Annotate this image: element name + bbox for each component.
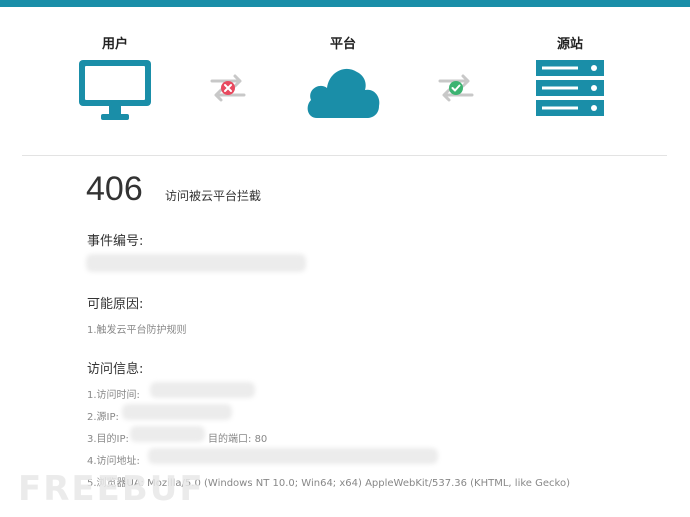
server-icon xyxy=(510,58,630,128)
access-info-title: 访问信息: xyxy=(87,362,144,377)
user-label: 用户 xyxy=(101,37,128,52)
reason-title: 可能原因: xyxy=(87,297,144,312)
dest-port-label: 目的端口: xyxy=(208,434,252,445)
swap-ok-icon xyxy=(434,72,478,104)
cloud-icon xyxy=(283,58,403,128)
flow-node-platform: 平台 xyxy=(283,36,403,118)
access-time-label: 1.访问时间: xyxy=(87,390,140,401)
error-message: 访问被云平台拦截 xyxy=(165,189,262,203)
error-code: 406 xyxy=(86,170,143,208)
platform-label: 平台 xyxy=(329,37,356,52)
section-divider xyxy=(22,155,667,156)
svg-text:FREEBUF: FREEBUF xyxy=(18,469,205,508)
flow-node-user: 用户 xyxy=(55,36,175,120)
dest-ip-label: 3.目的IP: xyxy=(87,434,129,445)
access-url-label: 4.访问地址: xyxy=(87,456,140,467)
flow-node-origin: 源站 xyxy=(510,36,630,116)
dest-ip-redacted xyxy=(130,426,205,442)
dest-port-value: 80 xyxy=(254,434,268,445)
dest-port: 目的端口: 80 xyxy=(208,430,267,445)
freebuf-watermark-logo: FREEBUF xyxy=(14,466,214,509)
event-id-redacted xyxy=(86,254,306,272)
access-time-redacted xyxy=(150,382,255,398)
source-ip-label: 2.源IP: xyxy=(87,412,119,423)
access-url-redacted xyxy=(148,448,438,464)
swap-blocked-icon xyxy=(206,72,250,104)
top-accent-bar xyxy=(0,0,690,7)
source-ip-redacted xyxy=(122,404,232,420)
event-id-title: 事件编号: xyxy=(87,234,144,249)
reason-item-1: 1.触发云平台防护规则 xyxy=(87,325,187,336)
origin-label: 源站 xyxy=(556,37,583,52)
monitor-icon xyxy=(55,58,175,128)
